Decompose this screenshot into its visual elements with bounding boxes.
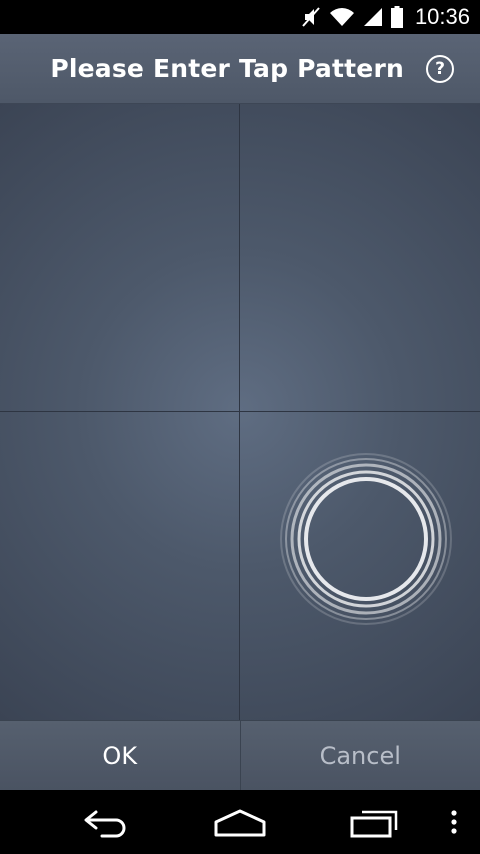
- cancel-button[interactable]: Cancel: [241, 721, 480, 791]
- back-icon[interactable]: [82, 808, 132, 838]
- wifi-icon: [329, 7, 355, 27]
- tap-quadrant-top-right[interactable]: [240, 104, 480, 412]
- tap-quadrant-bottom-left[interactable]: [0, 412, 240, 720]
- tap-pattern-area[interactable]: [0, 104, 480, 720]
- button-bar: OK Cancel: [0, 720, 480, 791]
- status-time: 10:36: [414, 4, 470, 29]
- recent-apps-icon[interactable]: [348, 808, 400, 838]
- ok-button[interactable]: OK: [0, 721, 241, 791]
- tap-ripple-icon: [279, 452, 453, 626]
- header: Please Enter Tap Pattern ?: [0, 34, 480, 104]
- navigation-bar: [0, 790, 480, 854]
- signal-icon: [363, 7, 383, 27]
- mute-icon: [301, 6, 321, 28]
- help-icon[interactable]: ?: [426, 55, 454, 83]
- page-title: Please Enter Tap Pattern: [50, 54, 404, 83]
- battery-icon: [390, 6, 403, 28]
- overflow-menu-icon[interactable]: [446, 808, 462, 838]
- status-bar: 10:36: [0, 0, 480, 34]
- home-icon[interactable]: [213, 808, 267, 838]
- tap-quadrant-top-left[interactable]: [0, 104, 240, 412]
